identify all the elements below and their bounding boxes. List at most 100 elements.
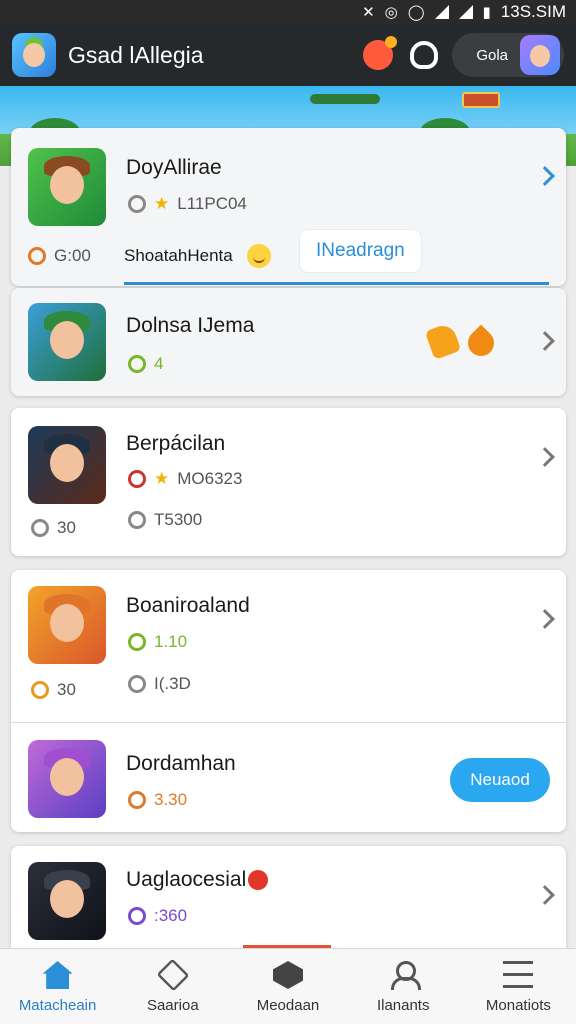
star-icon: ★: [154, 469, 170, 488]
app-logo: [12, 33, 56, 77]
divider: [11, 722, 566, 723]
friends-icon: [410, 41, 439, 69]
downloads-value: I(.3D: [154, 674, 191, 693]
rating-icon: [128, 470, 146, 488]
game-card[interactable]: DoyAllirae ★ L11PC04 G:00 ShoatahHenta I…: [11, 128, 566, 286]
nav-menu[interactable]: Monatiots: [461, 949, 576, 1024]
coin-icon: [28, 247, 46, 265]
nav-search[interactable]: Saarioa: [115, 949, 230, 1024]
nav-profile[interactable]: Ilanants: [346, 949, 461, 1024]
count-value: 4: [154, 354, 164, 373]
wifi-icon: ◎: [384, 4, 398, 21]
bottom-nav: Matacheain Saarioa Meodaan Ilanants Mona…: [0, 948, 576, 1024]
game-downloads: T5300: [128, 510, 202, 530]
nav-label: Matacheain: [18, 997, 97, 1014]
game-title: Dordamhan: [126, 752, 236, 775]
alarm-icon: ◯: [407, 4, 425, 21]
game-count: 4: [128, 354, 163, 374]
game-title: DoyAllirae: [126, 156, 222, 179]
download-icon: [128, 511, 146, 529]
tab-underline: [124, 282, 549, 285]
box-icon: [156, 958, 190, 992]
nav-home[interactable]: Matacheain: [0, 949, 115, 1024]
game-tag: ShoatahHenta: [124, 244, 271, 268]
status-time: 13S.SIM: [500, 2, 566, 21]
count-value: :360: [154, 906, 188, 925]
install-button[interactable]: Neuaod: [450, 758, 550, 802]
heart-icon: [248, 870, 269, 891]
game-icon: [28, 862, 106, 940]
banner-sign-icon: [462, 92, 500, 108]
floating-island-icon: [310, 94, 380, 104]
star-icon: ★: [154, 194, 170, 213]
tag-label: ShoatahHenta: [124, 246, 233, 265]
game-icon: [28, 426, 106, 504]
rocket-icon: [363, 36, 398, 70]
timer-icon: [128, 907, 146, 925]
download-icon: [128, 675, 146, 693]
chevron-right-icon[interactable]: [535, 447, 555, 467]
game-count: 3.30: [128, 790, 187, 810]
game-size: 30: [31, 680, 76, 700]
game-icon: [28, 740, 106, 818]
home-icon: [42, 961, 73, 989]
pointer-hand-icon: [424, 322, 462, 360]
person-icon: [388, 961, 422, 990]
game-card[interactable]: Dolnsa IJema 4: [11, 288, 566, 396]
nav-label: Meodaan: [256, 997, 320, 1014]
size-value: G:00: [54, 246, 91, 265]
timer-icon: [128, 791, 146, 809]
menu-icon: [503, 961, 534, 989]
nav-label: Monatiots: [485, 997, 551, 1014]
mute-icon: ✕: [362, 4, 375, 21]
game-title: Uaglaocesial: [126, 868, 269, 892]
avatar: [520, 35, 560, 75]
tab-chip[interactable]: INeadragn: [300, 230, 421, 272]
friends-button[interactable]: [406, 37, 442, 73]
clock-icon: [31, 519, 49, 537]
game-downloads: I(.3D: [128, 674, 191, 694]
app-title: Gsad lAllegia: [68, 41, 204, 68]
game-title: Dolnsa IJema: [126, 314, 255, 337]
rocket-button[interactable]: [360, 36, 398, 73]
timer-icon: [128, 633, 146, 651]
game-title: Boaniroaland: [126, 594, 250, 617]
signal-icon: [434, 5, 449, 19]
nav-label: Saarioa: [146, 997, 199, 1014]
downloads-value: T5300: [154, 510, 203, 529]
game-rating: ★ L11PC04: [128, 194, 247, 214]
profile-button[interactable]: Gola: [452, 33, 564, 77]
game-icon: [28, 148, 106, 226]
game-card[interactable]: Uaglaocesial :360: [11, 846, 566, 956]
smile-icon: [246, 244, 271, 268]
game-rating: ★ MO6323: [128, 469, 242, 489]
size-value: 30: [57, 518, 76, 537]
count-value: 3.30: [154, 790, 188, 809]
profile-label: Gola: [476, 46, 508, 64]
game-count: :360: [128, 906, 187, 926]
rating-value: L11PC04: [177, 194, 247, 213]
chevron-right-icon[interactable]: [535, 166, 555, 186]
timer-icon: [128, 355, 146, 373]
chevron-right-icon[interactable]: [535, 885, 555, 905]
game-icon: [28, 303, 106, 381]
cube-icon: [273, 961, 303, 989]
status-bar: ✕ ◎ ◯ ▮ 13S.SIM: [0, 0, 576, 24]
coin-icon: [31, 681, 49, 699]
nav-label: Ilanants: [376, 997, 430, 1014]
size-value: 30: [57, 680, 76, 699]
rating-value: MO6323: [177, 469, 243, 488]
chevron-right-icon[interactable]: [535, 609, 555, 629]
game-count: 1.10: [128, 632, 187, 652]
game-icon: [28, 586, 106, 664]
signal-icon: [458, 5, 473, 19]
game-size: G:00: [28, 246, 91, 266]
game-card[interactable]: Berpácilan ★ MO6323 30 T5300: [11, 408, 566, 556]
rating-icon: [128, 195, 146, 213]
chevron-right-icon[interactable]: [535, 331, 555, 351]
game-card[interactable]: Boaniroaland 1.10 30 I(.3D Dordamhan 3.3…: [11, 570, 566, 832]
nav-media[interactable]: Meodaan: [230, 949, 345, 1024]
app-header: Gsad lAllegia Gola: [0, 24, 576, 86]
game-title: Berpácilan: [126, 432, 226, 455]
game-title-text: Uaglaocesial: [126, 868, 247, 891]
